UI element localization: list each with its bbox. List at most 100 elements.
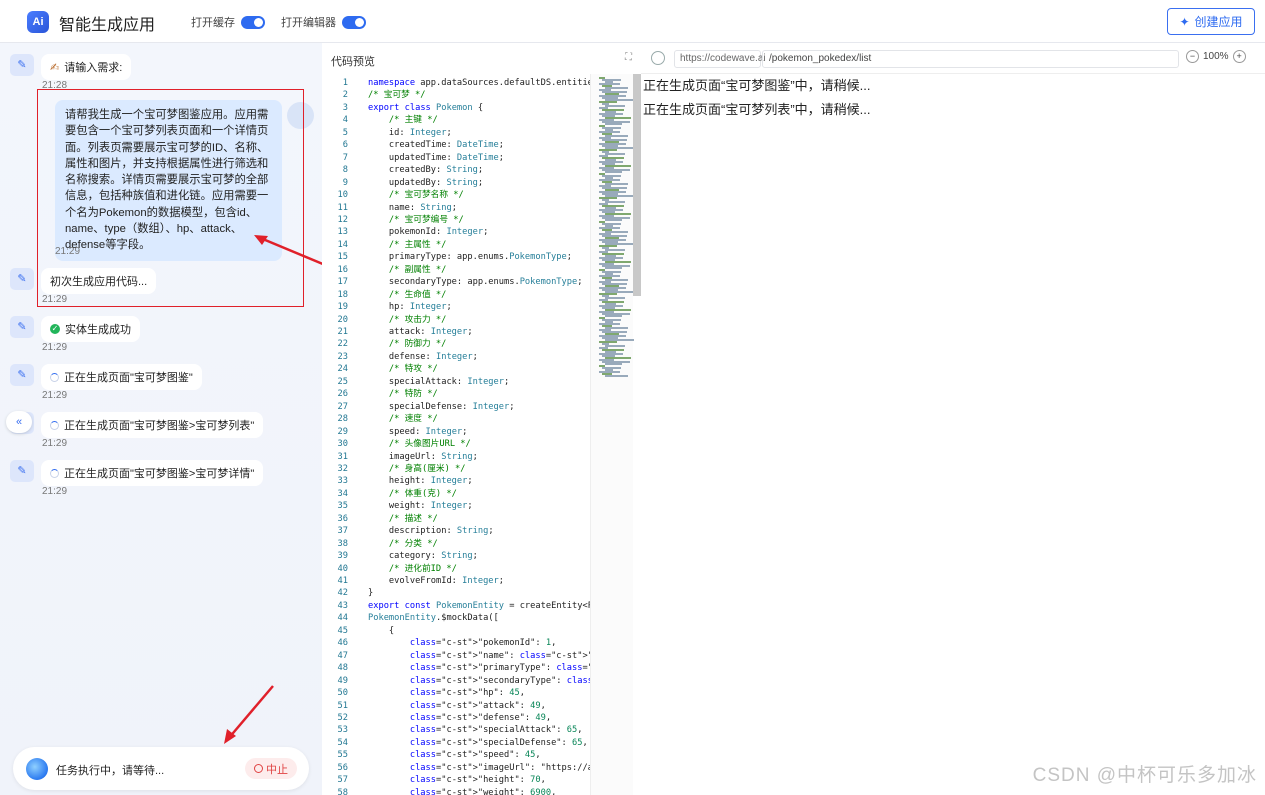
code-line: 20 /* 攻击力 */ [337,314,447,325]
code-line: 55 class="c-st">"speed": 45, [337,750,541,761]
minimap-line [605,267,622,269]
code-line: 10 /* 宝可梦名称 */ [337,190,464,201]
status-bubble: 正在生成页面"宝可梦图鉴>宝可梦详情" [41,460,264,486]
code-line: 46 class="c-st">"pokemonId": 1, [337,638,557,649]
minimap-line [605,375,628,377]
loading-icon [50,420,59,430]
pen-icon: ✍ [50,61,60,74]
code-line: 12 /* 宝可梦编号 */ [337,214,464,225]
code-line: 42} [337,588,374,599]
code-editor[interactable]: 1 namespace app.dataSources.defaultDS.ent… [322,74,590,795]
code-line: 25 specialAttack: Integer; [337,376,510,387]
minimap-line [605,105,625,107]
code-line: 1 namespace app.dataSources.defaultDS.ent… [342,78,590,88]
chat-sidebar: ✎ ✍ 请输入需求: 21:28 请帮我生成一个宝可梦图鉴应用。应用需要包含一个… [0,43,322,795]
code-line: 32 /* 身高(厘米) */ [337,463,466,474]
code-line: 21 attack: Integer; [337,327,473,337]
code-line: 52 class="c-st">"defense": 49, [337,712,552,723]
task-progress-icon [26,758,48,780]
url-path-field[interactable]: /pokemon_pokedex/list [762,50,1179,68]
bot-avatar-icon: ✎ [10,54,34,76]
code-line: 19 hp: Integer; [337,302,452,313]
bot-avatar-icon: ✎ [10,460,34,482]
toggle-editor-switch[interactable] [342,15,366,29]
code-line: 17 secondaryType: app.enums.PokemonType; [337,277,583,288]
code-line: 24 /* 特攻 */ [337,364,438,375]
status-message-3: ✎ 正在生成页面"宝可梦图鉴" [10,364,202,390]
zoom-out-icon[interactable]: − [1186,50,1199,63]
watermark: CSDN @中杯可乐多加冰 [1032,765,1257,786]
preview-message: 正在生成页面“宝可梦列表”中，请稍候... [643,102,871,117]
minimap-line [605,171,622,173]
minimap-line [605,249,625,251]
code-line: 57 class="c-st">"height": 70, [337,775,546,786]
minimap-line [605,315,622,317]
minimap-line [605,297,625,299]
status-time: 21:29 [42,342,68,353]
status-message-2: ✎ ✓ 实体生成成功 [10,316,140,342]
toggle-editor-label: 打开编辑器 [281,17,336,29]
status-message-4: ✎ 正在生成页面"宝可梦图鉴>宝可梦列表" [10,412,264,438]
app-logo: Ai [27,11,49,33]
prompt-label: 请输入需求: [64,62,123,74]
stop-label: 中止 [266,763,288,776]
prompt-message: ✎ ✍ 请输入需求: [10,54,132,80]
code-line: 58 class="c-st">"weight": 6900, [337,787,557,795]
sparkle-icon: ✦ [1179,14,1190,29]
code-minimap[interactable] [590,74,634,795]
preview-message: 正在生成页面“宝可梦图鉴”中，请稍候... [643,78,871,93]
code-line: 9 updatedBy: String; [342,177,484,188]
toggle-cache-switch[interactable] [241,15,265,29]
zoom-level: 100% [1203,51,1229,62]
task-status-bar: 任务执行中，请等待... 中止 [13,747,309,790]
minimap-line [605,201,625,203]
status-time: 21:29 [42,486,68,497]
code-line: 16 /* 副属性 */ [337,264,447,275]
code-line: 34 /* 体重(克) */ [337,488,457,499]
prompt-bubble: ✍ 请输入需求: [41,54,132,80]
code-line: 30 /* 头像图片URL */ [337,439,471,450]
toggle-editor[interactable]: 打开编辑器 [281,14,366,30]
expand-icon[interactable]: ⛶ [625,52,632,63]
collapse-sidebar-icon[interactable]: « [6,411,32,433]
status-time: 21:29 [42,438,68,449]
status-text: 实体生成成功 [65,324,131,336]
code-line: 56 class="c-st">"imageUrl": "https://ass… [337,762,590,773]
loading-icon [50,372,59,382]
status-bubble: 正在生成页面"宝可梦图鉴>宝可梦列表" [41,412,264,438]
code-line: 11 name: String; [337,202,457,213]
preview-toolbar: https://codewave.ai /pokemon_pokedex/lis… [641,43,1265,74]
refresh-icon[interactable] [651,51,665,65]
code-line: 51 class="c-st">"attack": 49, [337,700,546,711]
code-line: 5 id: Integer; [342,127,452,138]
code-line: 29 speed: Integer; [337,426,468,437]
zoom-in-icon[interactable]: + [1232,50,1246,63]
loading-icon [50,468,59,478]
code-line: 15 primaryType: app.enums.PokemonType; [337,252,572,263]
code-panel-header: 代码预览 ⛶ [322,43,640,74]
code-panel-title: 代码预览 [331,56,375,68]
code-line: 44 PokemonEntity.$mockData([ [337,613,499,624]
code-line: 33 height: Integer; [337,476,473,487]
code-line: 23 defense: Integer; [337,351,478,362]
code-line: 2/* 宝可梦 */ [342,90,426,101]
toggle-cache[interactable]: 打开缓存 [191,14,265,30]
status-bubble: ✓ 实体生成成功 [41,316,140,342]
code-line: 4 /* 主键 */ [342,115,438,126]
code-line: 35 weight: Integer; [337,501,473,512]
bot-avatar-icon: ✎ [10,364,34,386]
zoom-control: − 100% + [1186,50,1246,63]
code-line: 26 /* 特防 */ [337,389,438,400]
bot-avatar-icon: ✎ [10,268,34,290]
minimap-line [605,345,625,347]
code-line: 36 /* 描述 */ [337,513,438,524]
code-scrollbar[interactable] [633,74,641,296]
stop-button[interactable]: 中止 [245,758,297,779]
code-line: 7 updatedTime: DateTime; [342,152,504,163]
create-app-button[interactable]: ✦ 创建应用 [1167,8,1255,35]
url-base-field[interactable]: https://codewave.ai [674,50,766,68]
minimap-line [605,153,625,155]
code-line: 41 evolveFromId: Integer; [337,576,505,586]
code-line: 22 /* 防御力 */ [337,339,447,350]
create-app-label: 创建应用 [1194,15,1243,29]
